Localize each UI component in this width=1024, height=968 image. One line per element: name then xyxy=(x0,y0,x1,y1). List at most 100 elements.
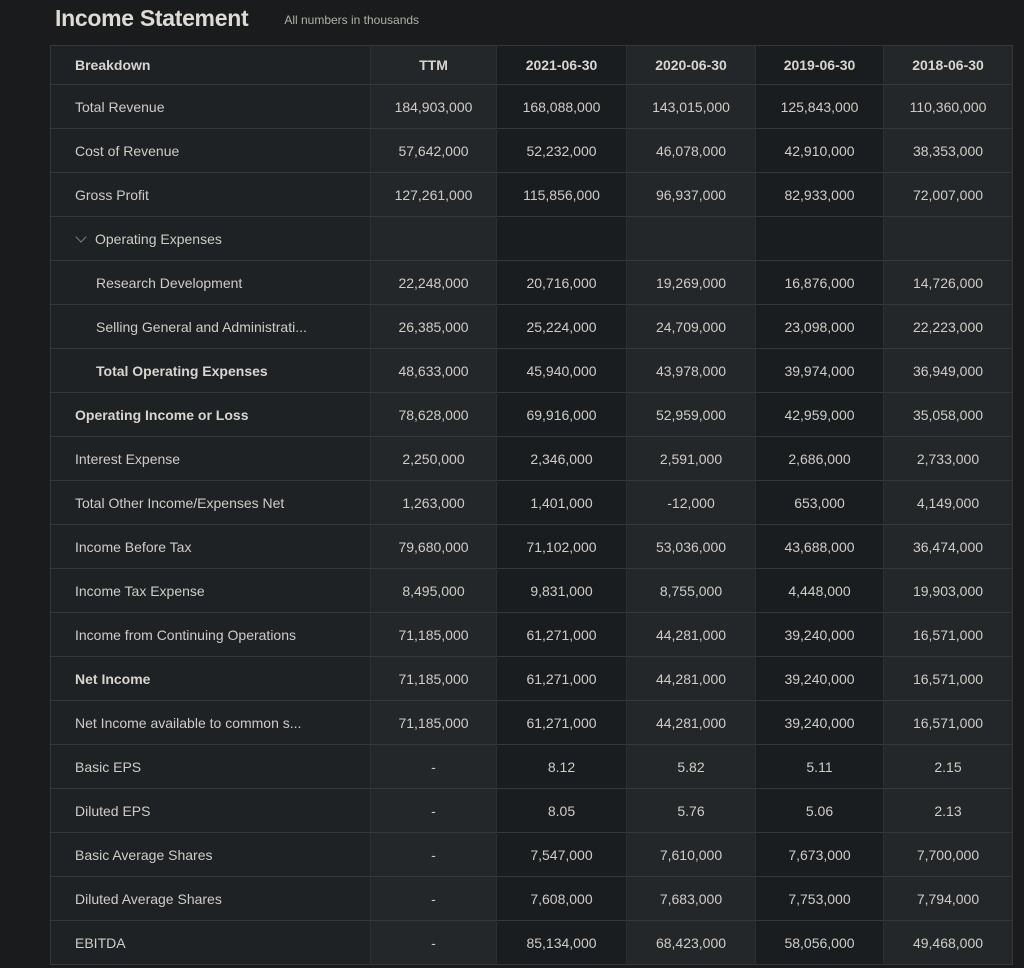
row-label-operating-expenses[interactable]: Operating Expenses xyxy=(50,217,371,261)
row-label-cost-of-revenue: Cost of Revenue xyxy=(50,129,371,173)
table-cell xyxy=(884,217,1013,261)
table-cell: 16,571,000 xyxy=(884,657,1013,701)
table-cell: 143,015,000 xyxy=(627,85,756,129)
table-cell: 7,608,000 xyxy=(497,877,627,921)
table-cell: 168,088,000 xyxy=(497,85,627,129)
table-cell: 52,959,000 xyxy=(627,393,756,437)
table-cell: - xyxy=(371,745,497,789)
row-label-basic-average-shares: Basic Average Shares xyxy=(50,833,371,877)
chevron-down-icon[interactable] xyxy=(75,230,87,243)
row-label-diluted-eps: Diluted EPS xyxy=(50,789,371,833)
table-cell: 45,940,000 xyxy=(497,349,627,393)
table-cell: 14,726,000 xyxy=(884,261,1013,305)
column-header-2018-06-30: 2018-06-30 xyxy=(884,45,1013,85)
table-cell: 127,261,000 xyxy=(371,173,497,217)
table-cell: 8,755,000 xyxy=(627,569,756,613)
table-cell: 8,495,000 xyxy=(371,569,497,613)
row-label-total-other-income-expenses-net: Total Other Income/Expenses Net xyxy=(50,481,371,525)
row-label-total-operating-expenses: Total Operating Expenses xyxy=(50,349,371,393)
row-label-operating-income-or-loss: Operating Income or Loss xyxy=(50,393,371,437)
table-cell: 5.11 xyxy=(756,745,884,789)
table-cell: 43,688,000 xyxy=(756,525,884,569)
table-cell: -12,000 xyxy=(627,481,756,525)
table-cell: 2,686,000 xyxy=(756,437,884,481)
table-cell: 58,056,000 xyxy=(756,921,884,965)
table-cell: 4,448,000 xyxy=(756,569,884,613)
row-label-text: Diluted EPS xyxy=(75,802,151,819)
row-label-text: Income Before Tax xyxy=(75,538,192,555)
table-cell: 1,263,000 xyxy=(371,481,497,525)
table-cell: 19,903,000 xyxy=(884,569,1013,613)
table-cell: 39,240,000 xyxy=(756,701,884,745)
table-cell: 7,753,000 xyxy=(756,877,884,921)
table-cell: 16,571,000 xyxy=(884,701,1013,745)
income-statement-table: Breakdown TTM 2021-06-30 2020-06-30 2019-06-… xyxy=(50,45,1013,965)
table-cell: 39,240,000 xyxy=(756,657,884,701)
table-cell: 44,281,000 xyxy=(627,613,756,657)
table-cell: - xyxy=(371,789,497,833)
table-cell xyxy=(371,217,497,261)
row-label-diluted-average-shares: Diluted Average Shares xyxy=(50,877,371,921)
row-label-total-revenue: Total Revenue xyxy=(50,85,371,129)
table-cell: 1,401,000 xyxy=(497,481,627,525)
table-cell: 38,353,000 xyxy=(884,129,1013,173)
table-cell: 2,250,000 xyxy=(371,437,497,481)
table-cell: 42,959,000 xyxy=(756,393,884,437)
table-cell: 16,876,000 xyxy=(756,261,884,305)
table-cell: 39,974,000 xyxy=(756,349,884,393)
table-cell: 71,185,000 xyxy=(371,657,497,701)
table-cell xyxy=(756,217,884,261)
table-cell: 2.13 xyxy=(884,789,1013,833)
table-cell: 2.15 xyxy=(884,745,1013,789)
page-title: Income Statement xyxy=(55,4,249,31)
table-cell: 2,346,000 xyxy=(497,437,627,481)
table-cell: 48,633,000 xyxy=(371,349,497,393)
table-cell: 61,271,000 xyxy=(497,657,627,701)
table-cell: 9,831,000 xyxy=(497,569,627,613)
table-cell: 2,591,000 xyxy=(627,437,756,481)
table-cell: 71,185,000 xyxy=(371,613,497,657)
table-cell: 25,224,000 xyxy=(497,305,627,349)
row-label-interest-expense: Interest Expense xyxy=(50,437,371,481)
row-label-text: Net Income available to common s... xyxy=(75,714,302,731)
table-cell: 23,098,000 xyxy=(756,305,884,349)
row-label-text: Cost of Revenue xyxy=(75,142,180,159)
table-cell: 8.05 xyxy=(497,789,627,833)
table-cell: - xyxy=(371,921,497,965)
table-cell: 110,360,000 xyxy=(884,85,1013,129)
table-cell: 125,843,000 xyxy=(756,85,884,129)
column-header-2021-06-30: 2021-06-30 xyxy=(497,45,627,85)
table-cell: 78,628,000 xyxy=(371,393,497,437)
table-cell: - xyxy=(371,833,497,877)
table-cell: 26,385,000 xyxy=(371,305,497,349)
table-cell: 7,683,000 xyxy=(627,877,756,921)
row-label-text: Total Operating Expenses xyxy=(96,362,268,379)
table-cell: 5.82 xyxy=(627,745,756,789)
table-cell: 22,223,000 xyxy=(884,305,1013,349)
row-label-text: Operating Income or Loss xyxy=(75,406,249,423)
table-cell: 7,610,000 xyxy=(627,833,756,877)
table-cell: 20,716,000 xyxy=(497,261,627,305)
table-cell: 85,134,000 xyxy=(497,921,627,965)
table-cell: 5.76 xyxy=(627,789,756,833)
table-cell: 39,240,000 xyxy=(756,613,884,657)
row-label-text: Gross Profit xyxy=(75,186,149,203)
row-label-income-tax-expense: Income Tax Expense xyxy=(50,569,371,613)
row-label-text: Income from Continuing Operations xyxy=(75,626,296,643)
row-label-text: Total Revenue xyxy=(75,98,165,115)
table-cell: 79,680,000 xyxy=(371,525,497,569)
table-cell: 61,271,000 xyxy=(497,701,627,745)
column-header-2019-06-30: 2019-06-30 xyxy=(756,45,884,85)
column-header-breakdown: Breakdown xyxy=(50,45,371,85)
units-note: All numbers in thousands xyxy=(284,13,420,27)
column-header-ttm: TTM xyxy=(371,45,497,85)
row-label-text: Research Development xyxy=(96,274,243,291)
table-cell xyxy=(627,217,756,261)
row-label-income-before-tax: Income Before Tax xyxy=(50,525,371,569)
table-cell: 42,910,000 xyxy=(756,129,884,173)
table-cell: 71,102,000 xyxy=(497,525,627,569)
row-label-ebitda: EBITDA xyxy=(50,921,371,965)
table-cell: 22,248,000 xyxy=(371,261,497,305)
row-label-text: Net Income xyxy=(75,670,151,687)
table-cell: 57,642,000 xyxy=(371,129,497,173)
